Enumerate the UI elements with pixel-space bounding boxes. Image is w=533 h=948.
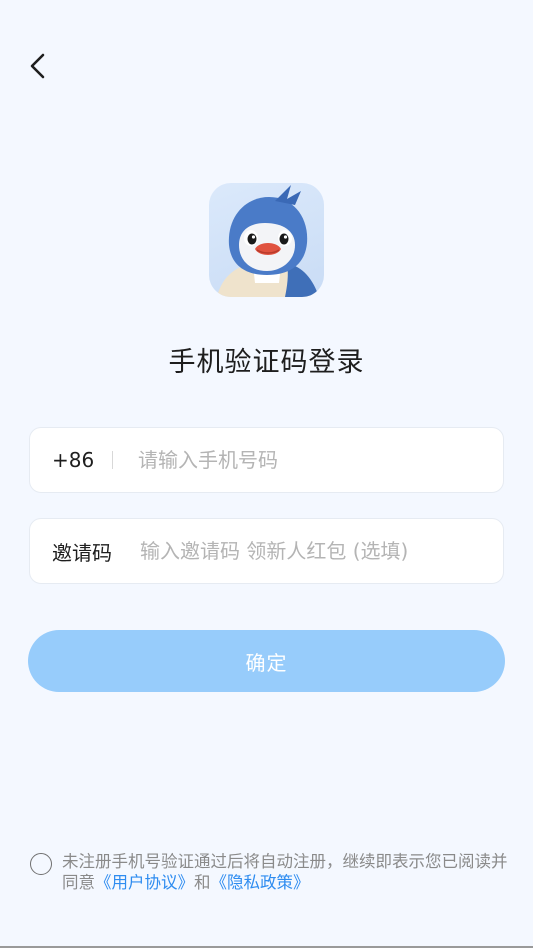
phone-field: +86	[29, 427, 504, 493]
invite-code-field: 邀请码	[29, 518, 504, 584]
privacy-policy-link[interactable]: 《隐私政策》	[211, 873, 310, 892]
phone-input[interactable]	[138, 448, 503, 472]
country-code[interactable]: +86	[30, 448, 112, 472]
confirm-button[interactable]: 确定	[28, 630, 505, 692]
back-button[interactable]	[18, 46, 58, 86]
bird-mascot-icon	[217, 185, 319, 297]
chevron-left-icon	[30, 53, 45, 79]
agreement-checkbox[interactable]	[30, 853, 52, 875]
agreement-text: 未注册手机号验证通过后将自动注册，继续即表示您已阅读并同意《用户协议》和《隐私政…	[62, 851, 510, 893]
login-screen: 手机验证码登录 +86 邀请码 确定 未注册手机号验证通过后将自动注册，继续即表…	[0, 0, 533, 948]
invite-code-input[interactable]	[140, 539, 503, 563]
app-logo	[209, 183, 324, 297]
page-title: 手机验证码登录	[168, 347, 365, 378]
user-agreement-link[interactable]: 《用户协议》	[95, 873, 194, 892]
agreement-row: 未注册手机号验证通过后将自动注册，继续即表示您已阅读并同意《用户协议》和《隐私政…	[30, 851, 510, 893]
divider	[112, 451, 113, 469]
invite-code-label: 邀请码	[52, 540, 112, 565]
agreement-and: 和	[194, 873, 211, 892]
